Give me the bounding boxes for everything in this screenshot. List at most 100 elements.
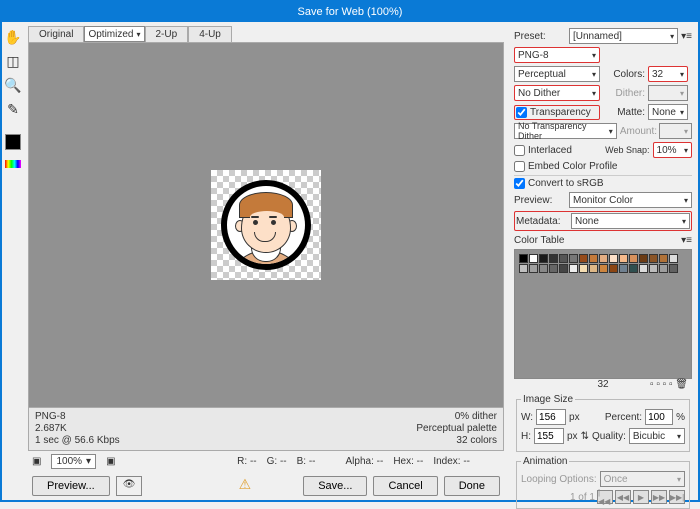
swatch[interactable] <box>539 254 548 263</box>
swatch[interactable] <box>519 264 528 273</box>
swatch[interactable] <box>579 254 588 263</box>
hand-tool-icon[interactable]: ✋ <box>4 28 22 46</box>
swatch[interactable] <box>669 254 678 263</box>
percent-input[interactable] <box>645 409 673 425</box>
tool-strip: ✋ ◫ 🔍 ✎ <box>2 22 24 500</box>
swatch[interactable] <box>549 254 558 263</box>
height-input[interactable] <box>534 428 564 444</box>
swatch[interactable] <box>609 264 618 273</box>
reduction-select[interactable]: Perceptual <box>514 66 600 82</box>
zoom-out-icon[interactable]: ▣ <box>32 456 41 467</box>
animation-group: Animation Looping Options:Once 1 of 1 |◀… <box>516 456 690 509</box>
swatch[interactable] <box>639 264 648 273</box>
frame-text: 1 of 1 <box>570 492 595 503</box>
readout-hex: Hex: -- <box>393 456 423 467</box>
color-table[interactable] <box>514 249 692 379</box>
dither-amt-select <box>648 85 688 101</box>
readout-r: R: -- <box>237 456 256 467</box>
image-size-group: Image Size W:px Percent:% H:px ⇅ Quality… <box>516 394 690 452</box>
zoom-tool-icon[interactable]: 🔍 <box>4 76 22 94</box>
quality-select[interactable]: Bicubic <box>629 428 685 444</box>
eyedropper-tool-icon[interactable]: ✎ <box>4 100 22 118</box>
swatch[interactable] <box>579 264 588 273</box>
tab-2up[interactable]: 2-Up <box>145 26 189 42</box>
swatch[interactable] <box>559 254 568 263</box>
swatch[interactable] <box>629 254 638 263</box>
cancel-button[interactable]: Cancel <box>373 476 437 496</box>
preview-pane[interactable] <box>28 42 504 408</box>
looping-select: Once <box>600 471 685 487</box>
tab-original[interactable]: Original <box>28 26 84 42</box>
colortable-tools[interactable]: ▫ ▫ ▫ ▫ 🗑 <box>650 379 688 390</box>
colors-select[interactable]: 32 <box>648 66 688 82</box>
swatch[interactable] <box>569 264 578 273</box>
dither-method-select[interactable]: No Dither <box>514 85 600 101</box>
amount-label: Amount: <box>620 126 656 137</box>
done-button[interactable]: Done <box>444 476 500 496</box>
swatch[interactable] <box>549 264 558 273</box>
swatch[interactable] <box>589 264 598 273</box>
metadata-select[interactable]: None <box>571 213 690 229</box>
swatch[interactable] <box>659 264 668 273</box>
foreground-swatch[interactable] <box>5 134 21 150</box>
swatch[interactable] <box>619 264 628 273</box>
swatch[interactable] <box>559 264 568 273</box>
canvas-checker <box>211 170 321 280</box>
colortable-menu-icon[interactable]: ▾≡ <box>681 235 692 246</box>
readout-b: B: -- <box>297 456 316 467</box>
preview-tabs: Original Optimized 2-Up 4-Up <box>28 26 504 42</box>
preview-select[interactable]: Monitor Color <box>569 192 692 208</box>
colortable-count: 32 <box>597 379 608 390</box>
save-button[interactable]: Save... <box>303 476 367 496</box>
matte-select[interactable]: None <box>648 104 688 120</box>
title-bar: Save for Web (100%) <box>2 2 698 22</box>
swatch[interactable] <box>569 254 578 263</box>
tab-optimized[interactable]: Optimized <box>84 26 144 42</box>
link-icon[interactable]: ⇅ <box>581 431 589 442</box>
swatch[interactable] <box>609 254 618 263</box>
swatch[interactable] <box>599 264 608 273</box>
zoom-select[interactable]: 100%▾ <box>51 454 96 469</box>
swatch[interactable] <box>649 254 658 263</box>
swatch[interactable] <box>529 254 538 263</box>
preset-menu-icon[interactable]: ▾≡ <box>681 31 692 42</box>
preview-button[interactable]: Preview... <box>32 476 110 496</box>
info-bar: PNG-8 2.687K 1 sec @ 56.6 Kbps 0% dither… <box>28 408 504 451</box>
info-size: 2.687K <box>35 423 67 434</box>
zoom-in-icon[interactable]: ▣ <box>106 456 115 467</box>
swatch[interactable] <box>659 254 668 263</box>
websnap-select[interactable]: 10% <box>653 142 692 158</box>
swatch[interactable] <box>519 254 528 263</box>
interlaced-checkbox[interactable]: Interlaced <box>514 145 599 156</box>
convert-srgb-checkbox[interactable]: Convert to sRGB <box>514 178 604 189</box>
info-format: PNG-8 <box>35 411 66 422</box>
embed-profile-checkbox[interactable]: Embed Color Profile <box>514 161 617 172</box>
swatch[interactable] <box>539 264 548 273</box>
swatch[interactable] <box>639 254 648 263</box>
info-time: 1 sec @ 56.6 Kbps <box>35 435 120 446</box>
preset-label: Preset: <box>514 31 566 42</box>
swatch[interactable] <box>589 254 598 263</box>
readout-g: G: -- <box>267 456 287 467</box>
format-select[interactable]: PNG-8 <box>514 47 600 63</box>
swatch[interactable] <box>649 264 658 273</box>
width-input[interactable] <box>536 409 566 425</box>
matte-label: Matte: <box>603 107 645 118</box>
swatch[interactable] <box>669 264 678 273</box>
trans-dither-select[interactable]: No Transparency Dither <box>514 123 617 139</box>
info-palette: Perceptual palette <box>416 423 497 434</box>
swatch[interactable] <box>629 264 638 273</box>
preview-label: Preview: <box>514 195 566 206</box>
swatch[interactable] <box>619 254 628 263</box>
preset-select[interactable]: [Unnamed] <box>569 28 678 44</box>
swatch[interactable] <box>529 264 538 273</box>
color-bar-icon[interactable] <box>5 160 21 168</box>
browser-icon[interactable]: 👁 <box>116 476 143 496</box>
transparency-checkbox[interactable]: Transparency <box>514 105 600 120</box>
swatch[interactable] <box>599 254 608 263</box>
amount-select <box>659 123 692 139</box>
slice-tool-icon[interactable]: ◫ <box>4 52 22 70</box>
tab-4up[interactable]: 4-Up <box>188 26 232 42</box>
readout-index: Index: -- <box>433 456 470 467</box>
readout-alpha: Alpha: -- <box>346 456 384 467</box>
